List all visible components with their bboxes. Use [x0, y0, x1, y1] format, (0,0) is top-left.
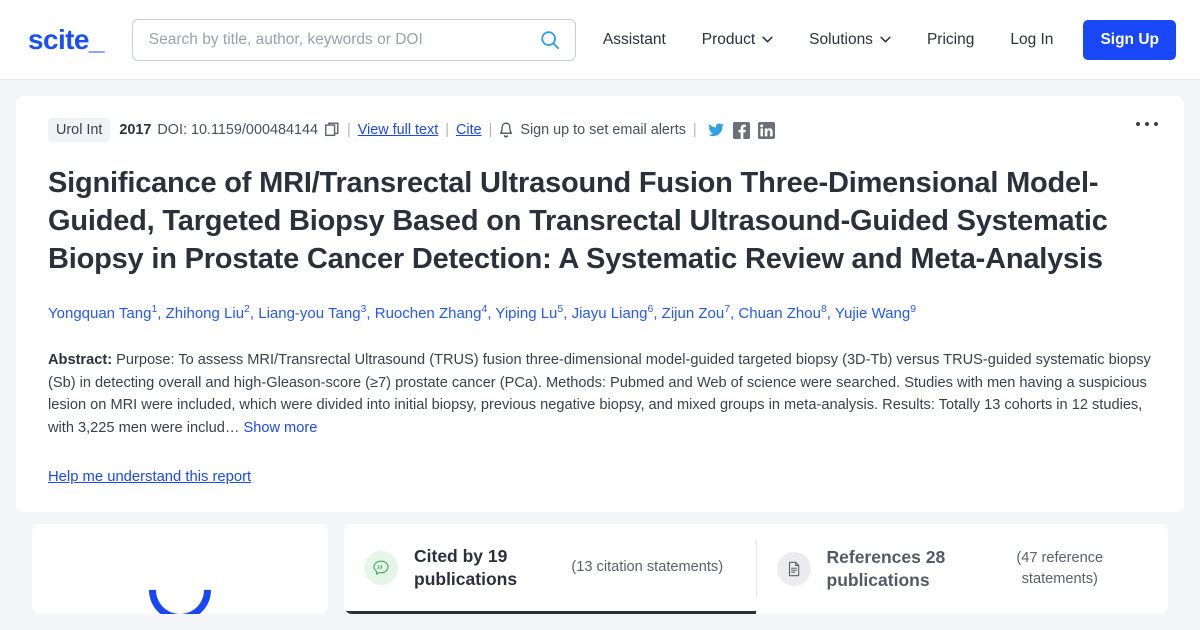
loading-spinner-icon [136, 546, 224, 614]
author-name: Yongquan Tang [48, 305, 152, 322]
view-full-text-link[interactable]: View full text [358, 122, 439, 138]
email-alerts-label[interactable]: Sign up to set email alerts [520, 122, 686, 138]
author-separator: , [366, 305, 375, 322]
author-list: Yongquan Tang1, Zhihong Liu2, Liang-you … [48, 298, 1156, 325]
site-header: scite_ Assistant Product Solutions Prici… [0, 0, 1200, 80]
author-name: Yujie Wang [834, 305, 911, 322]
author[interactable]: Liang-you Tang3 [258, 303, 366, 322]
tab-references-subtitle: (47 reference statements) [1016, 550, 1104, 587]
article-abstract: Abstract: Purpose: To assess MRI/Transre… [48, 349, 1156, 439]
tab-cited-by-subtitle: (13 citation statements) [571, 559, 724, 575]
author-name: Zhihong Liu [165, 305, 245, 322]
author[interactable]: Zijun Zou7 [661, 303, 730, 322]
help-understand-report-link[interactable]: Help me understand this report [48, 469, 251, 485]
author-name: Chuan Zhou [738, 305, 821, 322]
author-name: Zijun Zou [661, 305, 725, 322]
journal-badge: Urol Int [48, 118, 111, 142]
author-name: Jiayu Liang [571, 305, 648, 322]
twitter-icon[interactable] [707, 122, 725, 139]
loading-card [32, 524, 328, 614]
citation-tabs: Cited by 19 publications (13 citation st… [344, 524, 1168, 614]
author[interactable]: Zhihong Liu2 [165, 303, 250, 322]
publication-year: 2017 [119, 122, 152, 138]
tab-cited-by-title: Cited by 19 publications [414, 545, 518, 589]
author[interactable]: Yongquan Tang1 [48, 303, 157, 322]
author[interactable]: Jiayu Liang6 [571, 303, 654, 322]
nav-item-solutions[interactable]: Solutions [791, 31, 909, 49]
author-affiliation-marker: 9 [910, 303, 917, 315]
separator: | [488, 122, 493, 138]
article-metadata: Urol Int 2017 DOI: 10.1159/000484144 | V… [48, 118, 1156, 142]
abstract-text: Purpose: To assess MRI/Transrectal Ultra… [48, 352, 1151, 436]
article-title: Significance of MRI/Transrectal Ultrasou… [48, 167, 1108, 275]
separator: | [346, 122, 351, 138]
chevron-down-icon [762, 36, 773, 43]
author-separator: , [249, 305, 259, 322]
chevron-down-icon [880, 36, 891, 43]
citation-quote-icon [364, 550, 398, 585]
sign-up-button[interactable]: Sign Up [1083, 19, 1176, 60]
nav-item-assistant[interactable]: Assistant [585, 31, 684, 49]
separator: | [445, 122, 449, 138]
author-separator: , [826, 305, 835, 322]
search-input[interactable] [148, 30, 539, 49]
author-separator: , [157, 305, 166, 322]
nav-item-login[interactable]: Log In [992, 31, 1071, 49]
search-icon[interactable] [539, 29, 561, 51]
author-name: Yiping Lu [495, 305, 558, 322]
tab-references[interactable]: References 28 publications (47 reference… [757, 524, 1169, 614]
copy-icon[interactable] [325, 122, 340, 138]
nav-item-pricing[interactable]: Pricing [909, 31, 992, 49]
nav-item-product[interactable]: Product [684, 31, 791, 49]
show-more-link[interactable]: Show more [244, 420, 318, 436]
author-separator: , [653, 305, 662, 322]
nav-label: Log In [1010, 30, 1054, 48]
doi-label: DOI: 10.1159/000484144 [157, 122, 318, 138]
bottom-section: Cited by 19 publications (13 citation st… [16, 524, 1184, 614]
bell-icon[interactable] [499, 122, 513, 138]
linkedin-icon[interactable] [757, 121, 775, 139]
references-document-icon [776, 552, 811, 586]
nav-label: Assistant [602, 30, 666, 48]
facebook-icon[interactable] [732, 121, 750, 139]
nav-label: Product [701, 30, 756, 48]
separator: | [692, 122, 697, 138]
cite-link[interactable]: Cite [456, 122, 482, 138]
social-share-group [707, 121, 775, 139]
tab-references-title: References 28 publications [826, 547, 946, 590]
author-name: Liang-you Tang [258, 305, 361, 322]
nav-label: Solutions [809, 30, 873, 48]
author[interactable]: Chuan Zhou8 [738, 303, 826, 322]
page-body: Urol Int 2017 DOI: 10.1159/000484144 | V… [0, 80, 1200, 630]
author-name: Ruochen Zhang [374, 305, 482, 322]
author[interactable]: Ruochen Zhang4 [374, 303, 488, 322]
article-card: Urol Int 2017 DOI: 10.1159/000484144 | V… [16, 96, 1184, 512]
abstract-label: Abstract: [48, 352, 113, 368]
author-separator: , [563, 305, 572, 322]
main-navigation: Assistant Product Solutions Pricing Log … [585, 19, 1176, 60]
nav-label: Pricing [926, 30, 975, 48]
author[interactable]: Yiping Lu5 [495, 303, 563, 322]
search-bar[interactable] [131, 18, 576, 61]
scite-logo[interactable]: scite_ [28, 24, 104, 56]
tab-cited-by[interactable]: Cited by 19 publications (13 citation st… [344, 524, 756, 614]
more-options-icon[interactable] [1136, 122, 1158, 126]
author[interactable]: Yujie Wang9 [834, 303, 917, 322]
